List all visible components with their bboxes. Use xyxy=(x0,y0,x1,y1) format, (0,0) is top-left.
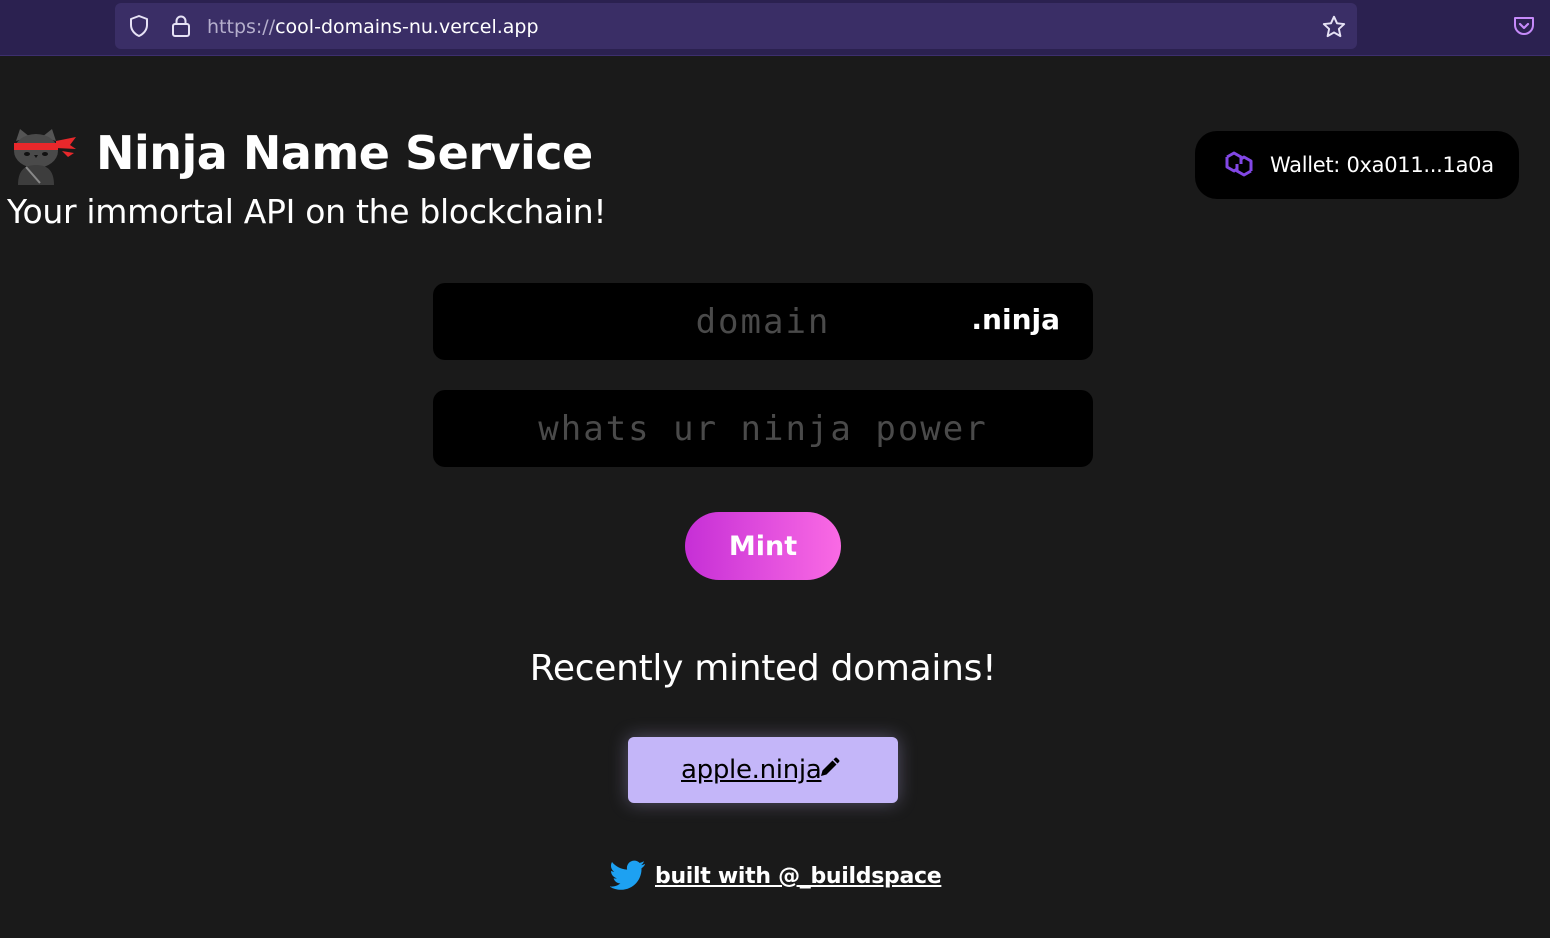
pencil-icon[interactable] xyxy=(818,757,840,779)
mint-button[interactable]: Mint xyxy=(685,512,841,580)
bookmark-star-icon[interactable] xyxy=(1321,14,1347,40)
tld-label: .ninja xyxy=(971,303,1060,336)
recent-domains-title: Recently minted domains! xyxy=(529,648,997,689)
url-host: cool-domains-nu.vercel.app xyxy=(275,16,539,38)
wallet-address: Wallet: 0xa011...1a0a xyxy=(1270,153,1494,177)
twitter-icon xyxy=(610,860,645,890)
domain-field: .ninja xyxy=(433,283,1093,360)
address-bar[interactable]: https://cool-domains-nu.vercel.app xyxy=(115,3,1357,49)
browser-toolbar: https://cool-domains-nu.vercel.app xyxy=(0,0,1550,56)
buildspace-link[interactable]: built with @_buildspace xyxy=(655,864,942,889)
page-subtitle: Your immortal API on the blockchain! xyxy=(7,192,607,231)
ninja-power-input[interactable] xyxy=(433,390,1093,467)
pocket-icon[interactable] xyxy=(1512,14,1536,38)
lock-icon[interactable] xyxy=(170,14,192,38)
page-title: Ninja Name Service xyxy=(96,126,593,180)
domain-link[interactable]: apple.ninja xyxy=(681,755,822,785)
ninja-cat-logo-icon xyxy=(14,129,76,185)
ninja-power-field xyxy=(433,390,1093,467)
url-scheme: https:// xyxy=(207,16,276,38)
wallet-badge[interactable]: Wallet: 0xa011...1a0a xyxy=(1195,131,1519,199)
minted-domain-card: apple.ninja xyxy=(628,737,898,803)
shield-icon[interactable] xyxy=(127,14,151,38)
polygon-icon xyxy=(1225,151,1253,177)
url-text[interactable]: https://cool-domains-nu.vercel.app xyxy=(207,16,539,38)
